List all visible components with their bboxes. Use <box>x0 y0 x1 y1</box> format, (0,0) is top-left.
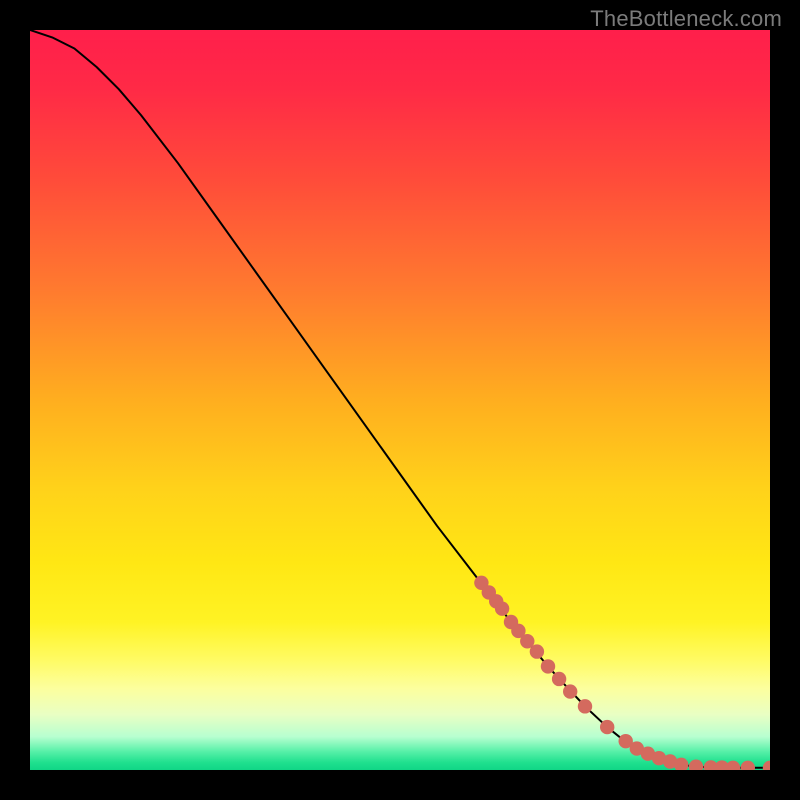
curve-marker <box>563 684 577 698</box>
chart-background <box>30 30 770 770</box>
curve-marker <box>578 699 592 713</box>
curve-marker <box>495 601 509 615</box>
chart-stage: TheBottleneck.com <box>0 0 800 800</box>
watermark-text: TheBottleneck.com <box>590 6 782 32</box>
bottleneck-chart <box>30 30 770 770</box>
curve-marker <box>530 644 544 658</box>
curve-marker <box>541 659 555 673</box>
curve-marker <box>552 672 566 686</box>
curve-marker <box>600 720 614 734</box>
